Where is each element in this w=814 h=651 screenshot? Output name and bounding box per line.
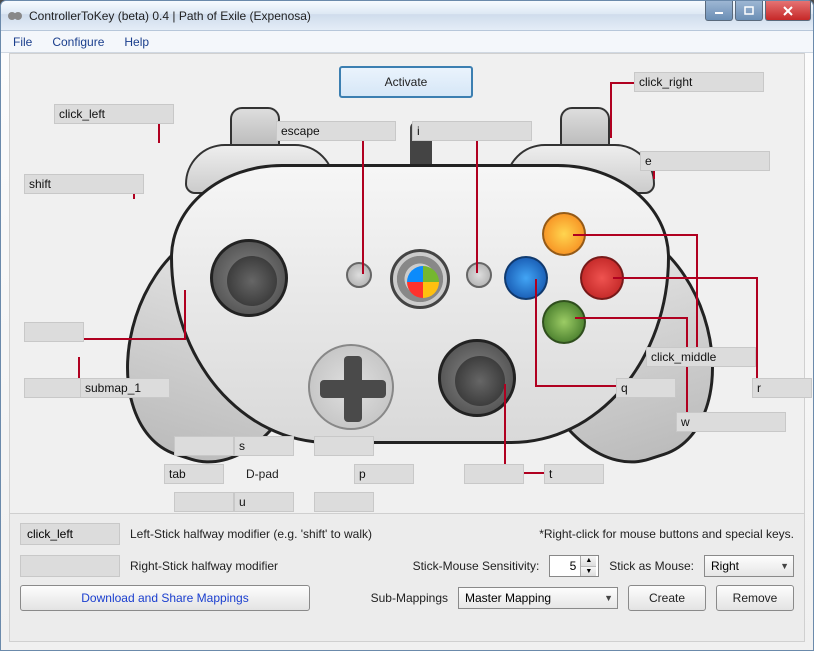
menubar: File Configure Help <box>1 31 813 53</box>
menu-file[interactable]: File <box>5 33 40 51</box>
lead-line <box>686 317 688 421</box>
map-right-bumper[interactable]: e <box>640 151 770 171</box>
lead-line <box>575 317 688 319</box>
window-close-button[interactable] <box>765 1 811 21</box>
sensitivity-stepper[interactable]: ▲▼ <box>549 555 599 577</box>
map-dpad-down-left[interactable] <box>174 492 234 512</box>
map-ls-label[interactable]: submap_1 <box>80 378 170 398</box>
sensitivity-input[interactable] <box>550 556 580 576</box>
chevron-down-icon: ▼ <box>780 561 789 571</box>
spin-up-icon[interactable]: ▲ <box>581 556 596 567</box>
lead-line <box>610 82 612 138</box>
lead-line <box>70 338 186 340</box>
activate-button[interactable]: Activate <box>339 66 473 98</box>
bottom-panel: click_left Left-Stick halfway modifier (… <box>10 513 804 641</box>
map-b-button[interactable]: r <box>752 378 812 398</box>
start-button-icon <box>466 262 492 288</box>
app-icon <box>7 8 23 24</box>
lead-line <box>535 385 623 387</box>
remove-button[interactable]: Remove <box>716 585 794 611</box>
guide-button-icon <box>390 249 450 309</box>
app-window: ControllerToKey (beta) 0.4 | Path of Exi… <box>0 0 814 651</box>
window-maximize-button[interactable] <box>735 1 763 21</box>
map-dpad-down-right[interactable] <box>314 492 374 512</box>
map-right-trigger[interactable]: click_right <box>634 72 764 92</box>
map-dpad-up[interactable]: s <box>234 436 294 456</box>
lead-line <box>756 277 758 385</box>
lead-line <box>573 234 698 236</box>
sensitivity-label: Stick-Mouse Sensitivity: <box>413 559 540 573</box>
map-back-button[interactable]: escape <box>276 121 396 141</box>
lead-line <box>613 277 758 279</box>
spin-down-icon[interactable]: ▼ <box>581 567 596 577</box>
right-modifier-field[interactable] <box>20 555 120 577</box>
stick-as-mouse-label: Stick as Mouse: <box>609 559 694 573</box>
right-modifier-label: Right-Stick halfway modifier <box>130 559 278 573</box>
mapping-canvas: Activate <box>10 54 804 513</box>
a-button-icon <box>542 300 586 344</box>
client-area: Activate <box>9 53 805 642</box>
left-modifier-field[interactable]: click_left <box>20 523 120 545</box>
map-left-bumper[interactable]: shift <box>24 174 144 194</box>
titlebar[interactable]: ControllerToKey (beta) 0.4 | Path of Exi… <box>1 1 813 31</box>
map-dpad-up-right[interactable] <box>314 436 374 456</box>
stick-as-mouse-select[interactable]: Right▼ <box>704 555 794 577</box>
map-dpad-left[interactable]: tab <box>164 464 224 484</box>
lead-line <box>535 279 537 387</box>
submappings-label: Sub-Mappings <box>371 591 448 605</box>
map-left-trigger[interactable]: click_left <box>54 104 174 124</box>
map-start-button[interactable]: i <box>412 121 532 141</box>
map-y-button[interactable]: click_middle <box>646 347 756 367</box>
dpad-label: D-pad <box>246 467 279 481</box>
lead-line <box>696 234 698 356</box>
lead-line <box>504 384 506 474</box>
window-title: ControllerToKey (beta) 0.4 | Path of Exi… <box>29 9 311 23</box>
left-modifier-label: Left-Stick halfway modifier (e.g. 'shift… <box>130 527 372 541</box>
menu-configure[interactable]: Configure <box>44 33 112 51</box>
map-dpad-right[interactable]: p <box>354 464 414 484</box>
download-share-button[interactable]: Download and Share Mappings <box>20 585 310 611</box>
lead-line <box>610 82 634 84</box>
window-minimize-button[interactable] <box>705 1 733 21</box>
hint-text: *Right-click for mouse buttons and speci… <box>539 527 794 541</box>
back-button-icon <box>346 262 372 288</box>
lead-line <box>476 131 478 273</box>
map-ls-dir[interactable] <box>24 378 84 398</box>
map-rs-click[interactable] <box>464 464 524 484</box>
menu-help[interactable]: Help <box>116 33 157 51</box>
chevron-down-icon: ▼ <box>604 593 613 603</box>
left-stick-icon <box>210 239 288 317</box>
lead-line <box>184 290 186 340</box>
map-ls-click[interactable] <box>24 322 84 342</box>
dpad-icon <box>308 344 394 430</box>
map-dpad-down[interactable]: u <box>234 492 294 512</box>
map-a-button[interactable]: w <box>676 412 786 432</box>
create-button[interactable]: Create <box>628 585 706 611</box>
map-x-button[interactable]: q <box>616 378 676 398</box>
map-dpad-up-left[interactable] <box>174 436 234 456</box>
submappings-select[interactable]: Master Mapping▼ <box>458 587 618 609</box>
x-button-icon <box>504 256 548 300</box>
lead-line <box>362 131 364 274</box>
controller-image <box>140 104 700 484</box>
map-rs-label[interactable]: t <box>544 464 604 484</box>
